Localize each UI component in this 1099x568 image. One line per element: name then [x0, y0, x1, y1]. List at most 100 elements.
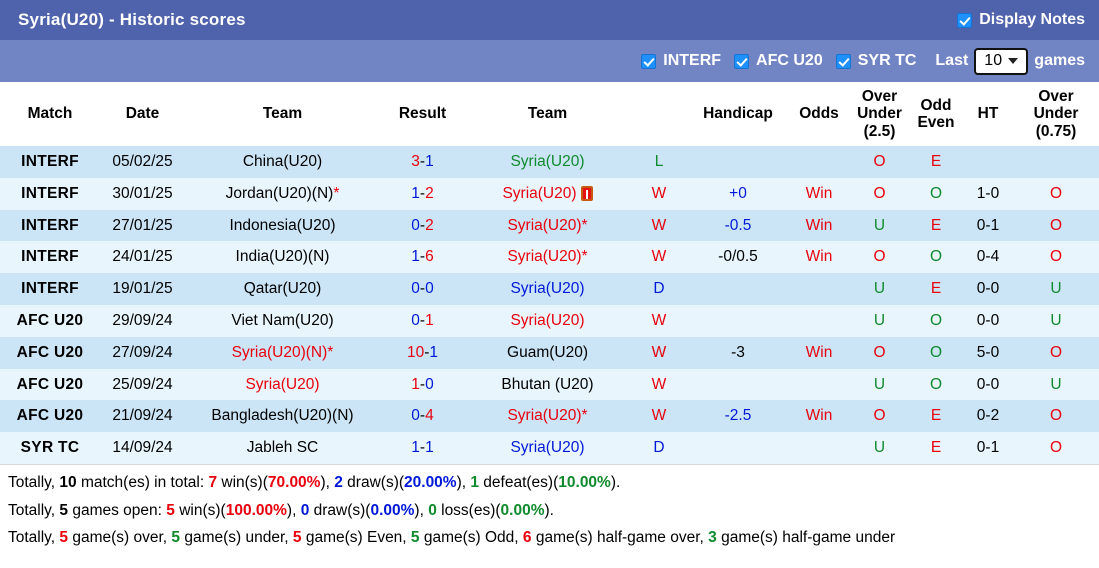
table-row[interactable]: INTERF 05/02/25 China(U20) 3-1 Syria(U20) L O E [0, 146, 1099, 178]
col-date[interactable]: Date [100, 82, 185, 147]
syr-tc-checkbox[interactable] [835, 53, 851, 69]
row-match-badge: INTERF [0, 273, 100, 306]
interf-checkbox[interactable] [641, 53, 657, 69]
ou075-line3: (0.75) [1035, 122, 1077, 140]
summary-token: 3 [708, 529, 717, 547]
summary-token: match(es) in total: [76, 474, 209, 492]
table-row[interactable]: AFC U20 25/09/24 Syria(U20) 1-0 Bhutan (U20)… [0, 368, 1099, 401]
row-handicap: -0.5 [688, 209, 788, 242]
row-result: 0-1 [380, 305, 465, 337]
row-result: 0-4 [380, 400, 465, 433]
col-odds[interactable]: Odds [788, 82, 850, 147]
row-ht: 0-0 [963, 305, 1013, 337]
historic-scores-table: Match Date Team Result Team Handicap Odd… [0, 82, 1099, 465]
col-odd-even[interactable]: Odd Even [909, 82, 963, 147]
summary-token: 0 [428, 501, 437, 519]
filter-interf[interactable]: INTERF [641, 52, 721, 70]
row-away-team: Syria(U20)* [465, 400, 630, 433]
col-home-team[interactable]: Team [185, 82, 380, 147]
summary-token: ), [286, 501, 301, 519]
afc-u20-checkbox[interactable] [734, 53, 750, 69]
table-row[interactable]: INTERF 27/01/25 Indonesia(U20) 0-2 Syria(U20… [0, 209, 1099, 242]
interf-label: INTERF [663, 52, 722, 69]
row-match-badge: AFC U20 [0, 336, 100, 369]
row-wld: D [630, 273, 688, 306]
row-ht: 0-1 [963, 209, 1013, 242]
row-ht: 1-0 [963, 177, 1013, 210]
table-row[interactable]: AFC U20 29/09/24 Viet Nam(U20) 0-1 Syria(U20… [0, 305, 1099, 337]
col-ht[interactable]: HT [963, 82, 1013, 147]
row-over-under-075: U [1013, 305, 1099, 337]
summary-token: 0.00% [370, 501, 415, 519]
row-home-team: Syria(U20)(N)* [185, 336, 380, 369]
row-date: 14/09/24 [100, 432, 185, 465]
row-away-team: Guam(U20) [465, 336, 630, 369]
row-home-team: Jordan(U20)(N)* [185, 177, 380, 210]
row-home-team: China(U20) [185, 146, 380, 178]
row-wld: D [630, 432, 688, 465]
summary-token: 70.00% [267, 474, 321, 492]
summary-token: 5 [59, 501, 69, 519]
row-over-under-25: O [850, 177, 909, 210]
oddeven-line2: Even [917, 114, 955, 132]
col-away-team[interactable]: Team [465, 82, 630, 147]
summary-token: 0.00% [500, 501, 545, 519]
summary-token: ), [456, 474, 471, 492]
row-result: 3-1 [380, 146, 465, 178]
ou075-line1: Over [1038, 88, 1074, 105]
row-odds [788, 368, 850, 401]
syr-tc-label: SYR TC [857, 52, 917, 69]
row-odd-even: O [909, 241, 963, 274]
col-result[interactable]: Result [380, 82, 465, 147]
table-row[interactable]: AFC U20 21/09/24 Bangladesh(U20)(N) 0-4 Syri… [0, 400, 1099, 433]
col-wld [630, 82, 688, 147]
table-row[interactable]: SYR TC 14/09/24 Jableh SC 1-1 Syria(U20) D U E 0… [0, 432, 1099, 465]
row-odds [788, 146, 850, 178]
summary-token: 100.00% [225, 501, 287, 519]
table-row[interactable]: INTERF 30/01/25 Jordan(U20)(N)* 1-2 Syria(U2… [0, 177, 1099, 210]
row-over-under-25: U [850, 305, 909, 337]
filter-syr-tc[interactable]: SYR TC [835, 52, 917, 70]
summary-footer: Totally, 10 match(es) in total: 7 win(s)… [0, 464, 1099, 554]
display-notes-checkbox[interactable] [957, 12, 973, 28]
row-ht: 0-0 [963, 368, 1013, 401]
row-away-team: Syria(U20)* [465, 209, 630, 242]
row-match-badge: AFC U20 [0, 305, 100, 337]
row-handicap [688, 432, 788, 465]
row-date: 19/01/25 [100, 273, 185, 306]
table-row[interactable]: INTERF 24/01/25 India(U20)(N) 1-6 Syria(U20)… [0, 241, 1099, 274]
table-row[interactable]: INTERF 19/01/25 Qatar(U20) 0-0 Syria(U20) D U E… [0, 273, 1099, 306]
row-home-team: Jableh SC [185, 432, 380, 465]
row-ht [963, 146, 1013, 178]
summary-token: win(s)( [217, 474, 268, 492]
table-row[interactable]: AFC U20 27/09/24 Syria(U20)(N)* 10-1 Guam(U2… [0, 336, 1099, 369]
row-odds [788, 432, 850, 465]
col-over-under-25[interactable]: Over Under (2.5) [850, 82, 909, 147]
row-odds: Win [788, 336, 850, 369]
row-wld: W [630, 209, 688, 242]
games-count-select[interactable]: 10 [974, 47, 1029, 75]
games-count-value: 10 [984, 52, 1003, 69]
row-away-team: Syria(U20) [465, 305, 630, 337]
row-odds: Win [788, 400, 850, 433]
col-over-under-075[interactable]: Over Under (0.75) [1013, 82, 1099, 147]
display-notes-label: Display Notes [979, 11, 1085, 28]
row-handicap [688, 273, 788, 306]
row-away-team: Syria(U20) [465, 177, 630, 210]
row-ht: 0-2 [963, 400, 1013, 433]
col-handicap[interactable]: Handicap [688, 82, 788, 147]
col-match[interactable]: Match [0, 82, 100, 147]
row-odds [788, 273, 850, 306]
summary-token: 5 [59, 529, 69, 547]
row-over-under-25: U [850, 273, 909, 306]
display-notes-toggle[interactable]: Display Notes [957, 11, 1085, 29]
summary-line-open: Totally, 5 games open: 5 win(s)(100.00%)… [8, 502, 1091, 521]
row-result: 0-2 [380, 209, 465, 242]
row-result: 1-6 [380, 241, 465, 274]
summary-token: game(s) Even, [301, 529, 411, 547]
row-wld: W [630, 368, 688, 401]
row-over-under-075 [1013, 146, 1099, 178]
summary-token: game(s) over, [68, 529, 172, 547]
filter-afc-u20[interactable]: AFC U20 [734, 52, 823, 70]
row-match-badge: INTERF [0, 241, 100, 274]
